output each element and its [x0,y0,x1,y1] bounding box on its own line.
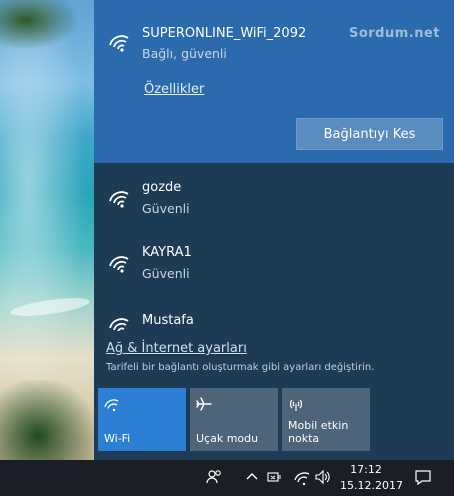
network-item-kayra1[interactable]: KAYRA1 Güvenli [94,237,454,293]
wifi-signal-icon [109,191,129,208]
airplane-icon [196,397,212,411]
properties-link[interactable]: Özellikler [144,82,204,97]
power-plug-icon[interactable] [266,468,284,486]
network-name: Mustafa [142,313,194,328]
hotspot-icon [289,399,303,411]
wifi-icon [104,399,119,412]
volume-icon[interactable] [314,468,332,486]
tile-label-line: nokta [288,432,320,445]
clock-time: 17:12 [350,463,382,476]
watermark: Sordum.net [348,26,440,41]
connected-network-name: SUPERONLINE_WiFi_2092 [142,26,307,41]
tile-label: Wi-Fi [104,432,131,445]
people-icon[interactable] [205,468,223,486]
network-status: Güvenli [142,266,190,281]
tile-label: Uçak modu [196,432,259,445]
tile-mobile-hotspot[interactable]: Mobil etkin nokta [282,388,370,451]
tile-wifi[interactable]: Wi-Fi [98,388,186,451]
network-item-gozde[interactable]: gozde Güvenli [94,172,454,228]
tile-label-line: Mobil etkin [288,419,349,432]
connected-network-panel[interactable]: SUPERONLINE_WiFi_2092 Bağlı, güvenli Sor… [94,0,454,163]
desktop-wallpaper [0,0,95,460]
tile-airplane-mode[interactable]: Uçak modu [190,388,278,451]
notification-icon[interactable] [414,468,432,486]
wifi-signal-icon [109,35,129,52]
network-status: Güvenli [142,201,190,216]
wifi-signal-icon [109,256,129,273]
chevron-up-icon[interactable] [243,468,261,486]
network-settings-description: Tarifeli bir bağlantı oluşturmak gibi ay… [106,362,375,373]
disconnect-button[interactable]: Bağlantıyı Kes [296,118,443,150]
network-item-mustafa[interactable]: Mustafa [94,305,454,331]
network-settings-link[interactable]: Ağ & İnternet ayarları [106,341,247,356]
connected-network-status: Bağlı, güvenli [142,46,227,61]
taskbar-clock[interactable]: 17:12 15.12.2017 [340,462,403,494]
network-name: KAYRA1 [142,245,192,260]
tile-label: Mobil etkin nokta [288,419,348,445]
clock-date: 15.12.2017 [340,479,403,492]
network-name: gozde [142,180,182,195]
wifi-icon[interactable] [293,468,311,486]
wifi-signal-icon [109,318,129,331]
